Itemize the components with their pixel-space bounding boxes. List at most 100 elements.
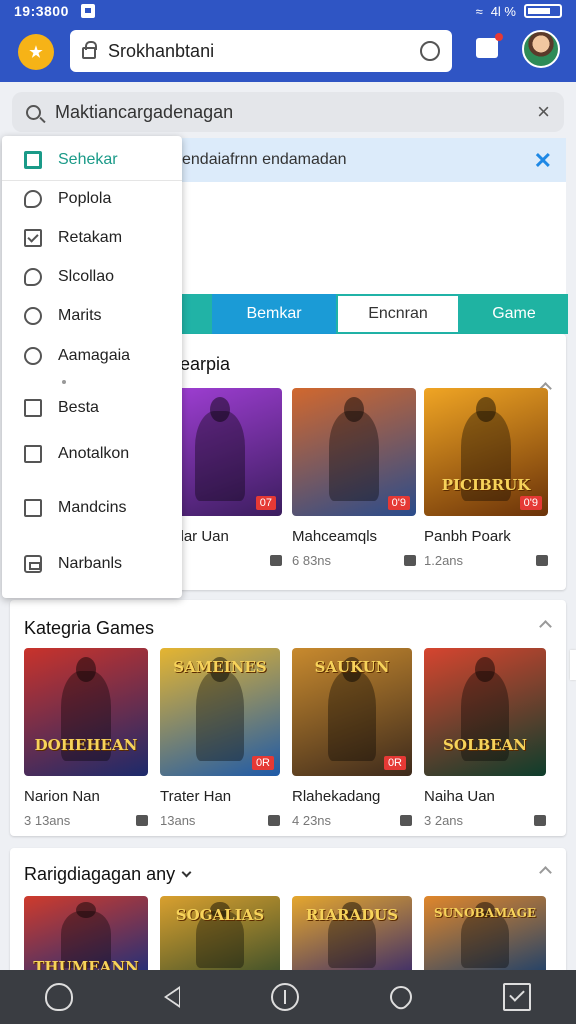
- game-card[interactable]: RIARADUS: [292, 896, 412, 978]
- menu-item-aamagaia[interactable]: Aamagaia: [2, 338, 182, 374]
- menu-item-besta[interactable]: Besta: [2, 390, 182, 426]
- menu-item-label: Mandcins: [58, 499, 127, 516]
- chevron-icon[interactable]: [539, 620, 552, 633]
- heart-icon[interactable]: [385, 981, 417, 1013]
- game-thumbnail[interactable]: 0'9: [292, 388, 416, 516]
- tab-encnran[interactable]: Encnran: [336, 294, 460, 334]
- game-card[interactable]: SOLBEAN Naiha Uan 3 2ans: [424, 648, 546, 828]
- home-icon[interactable]: [45, 983, 74, 1011]
- menu-item-narbanls[interactable]: Narbanls: [2, 546, 182, 582]
- tab-spacer[interactable]: [182, 294, 212, 334]
- game-art: [328, 656, 376, 761]
- section-title: earpia: [180, 354, 231, 374]
- game-name: Mahceamqls: [292, 528, 378, 545]
- search-icon: [26, 104, 41, 120]
- inbox-icon: [24, 555, 42, 573]
- status-bar: 19:3800 ≈ 4l %: [0, 0, 576, 22]
- close-icon[interactable]: ×: [537, 99, 550, 125]
- game-logo-text: SOGALIAS: [175, 906, 265, 924]
- banner-text: endaiafrnn endamadan: [182, 151, 347, 168]
- info-icon[interactable]: [270, 983, 299, 1011]
- bookmark-icon[interactable]: [270, 555, 282, 566]
- tab-bemkar[interactable]: Bemkar: [212, 294, 336, 334]
- game-name: Narion Nan: [24, 788, 100, 805]
- signal-text: 4l %: [490, 3, 516, 19]
- menu-item-anotalkon[interactable]: Anotalkon: [2, 436, 182, 472]
- menu-item-marits[interactable]: Marits: [2, 298, 182, 334]
- bookmark-icon[interactable]: [136, 815, 148, 826]
- game-logo-text: SUNOBAMAGE: [434, 906, 536, 920]
- game-meta-text: 6 83ns: [292, 553, 332, 568]
- game-card[interactable]: SUNOBAMAGE: [424, 896, 546, 978]
- game-thumbnail[interactable]: THUMEANN: [24, 896, 148, 978]
- checkbox-icon[interactable]: [502, 983, 531, 1011]
- game-logo-text: SAUKUN: [314, 658, 390, 676]
- game-card[interactable]: SAMEINES 0R Trater Han 13ans: [160, 648, 280, 828]
- game-meta: 13ans: [160, 813, 280, 828]
- back-icon[interactable]: [164, 986, 181, 1008]
- menu-item-label: Marits: [58, 307, 102, 324]
- game-card[interactable]: SAUKUN 0R Rlahekadang 4 23ns: [292, 648, 412, 828]
- game-name: Naiha Uan: [424, 788, 495, 805]
- game-card[interactable]: THUMEANN: [24, 896, 148, 978]
- game-thumbnail[interactable]: SUNOBAMAGE: [424, 896, 546, 978]
- game-meta-text: 4 23ns: [292, 813, 332, 828]
- dropdown-caret-icon[interactable]: [181, 867, 192, 878]
- game-card[interactable]: 0'9 Mahceamqls 6 83ns: [292, 388, 416, 568]
- menu-item-label: Aamagaia: [58, 347, 131, 364]
- search-input[interactable]: Maktiancargadenagan: [55, 102, 233, 123]
- game-meta-text: 3 2ans: [424, 813, 464, 828]
- game-name: Panbh Poark: [424, 528, 511, 545]
- section-recommended: Rarigdiagagan any THUMEANN SOGALIAS RIAR…: [10, 848, 566, 978]
- shield-icon[interactable]: [420, 41, 440, 61]
- bookmark-icon[interactable]: [404, 555, 416, 566]
- checkbox-icon: [24, 445, 42, 463]
- menu-item-retakam[interactable]: Retakam: [2, 220, 182, 256]
- url-bar[interactable]: Srokhanbtani: [70, 30, 452, 72]
- menu-item-mandcins[interactable]: Mandcins: [2, 490, 182, 526]
- menu-item-sehekar[interactable]: Sehekar: [2, 142, 182, 178]
- bookmark-icon[interactable]: [268, 815, 280, 826]
- avatar[interactable]: [522, 30, 560, 68]
- section-title: Rarigdiagagan any: [24, 864, 192, 885]
- game-card[interactable]: DOHEHEAN Narion Nan 3 13ans: [24, 648, 148, 828]
- menu-item-label: Poplola: [58, 190, 112, 207]
- app-logo-icon[interactable]: ★: [18, 34, 54, 70]
- battery-icon: [524, 4, 562, 18]
- section-categories: Kategria Games DOHEHEAN Narion Nan 3 13a…: [10, 600, 566, 836]
- game-thumbnail[interactable]: DOHEHEAN: [24, 648, 148, 776]
- menu-item-label: Sehekar: [58, 151, 118, 168]
- game-thumbnail[interactable]: SAUKUN 0R: [292, 648, 412, 776]
- tab-game[interactable]: Game: [460, 294, 568, 334]
- notification-icon: [80, 4, 95, 18]
- game-card[interactable]: SOGALIAS: [160, 896, 280, 978]
- chat-bubble-icon: [24, 190, 42, 208]
- game-meta: 3 13ans: [24, 813, 148, 828]
- bookmark-icon[interactable]: [400, 815, 412, 826]
- game-name: Rlahekadang: [292, 788, 381, 805]
- category-tabs: Bemkar Encnran Game: [182, 294, 568, 334]
- game-thumbnail[interactable]: SAMEINES 0R: [160, 648, 280, 776]
- search-bar[interactable]: Maktiancargadenagan ×: [12, 92, 564, 132]
- game-thumbnail[interactable]: SOGALIAS: [160, 896, 280, 978]
- checkbox-checked-icon: [24, 229, 42, 247]
- game-meta: 6 83ns: [292, 553, 416, 568]
- menu-item-poplola[interactable]: Poplola: [2, 181, 182, 217]
- game-thumbnail[interactable]: RIARADUS: [292, 896, 412, 978]
- tabs-icon[interactable]: [476, 33, 503, 58]
- bookmark-icon[interactable]: [534, 815, 546, 826]
- square-icon: [24, 151, 42, 169]
- game-card[interactable]: PICIBRUK 0'9 Panbh Poark 1.2ans: [424, 388, 548, 568]
- scrollbar[interactable]: [570, 650, 576, 680]
- game-thumbnail[interactable]: SOLBEAN: [424, 648, 546, 776]
- chevron-icon[interactable]: [539, 866, 552, 879]
- banner-close-icon[interactable]: ✕: [534, 148, 552, 174]
- bookmark-icon[interactable]: [536, 555, 548, 566]
- game-logo-text: SAMEINES: [173, 658, 267, 676]
- game-logo-text: DOHEHEAN: [34, 736, 138, 754]
- game-thumbnail[interactable]: PICIBRUK 0'9: [424, 388, 548, 516]
- menu-item-slcollao[interactable]: Slcollao: [2, 259, 182, 295]
- status-time: 19:3800: [14, 3, 69, 19]
- game-art: [196, 656, 244, 761]
- game-logo-text: SOLBEAN: [443, 736, 527, 754]
